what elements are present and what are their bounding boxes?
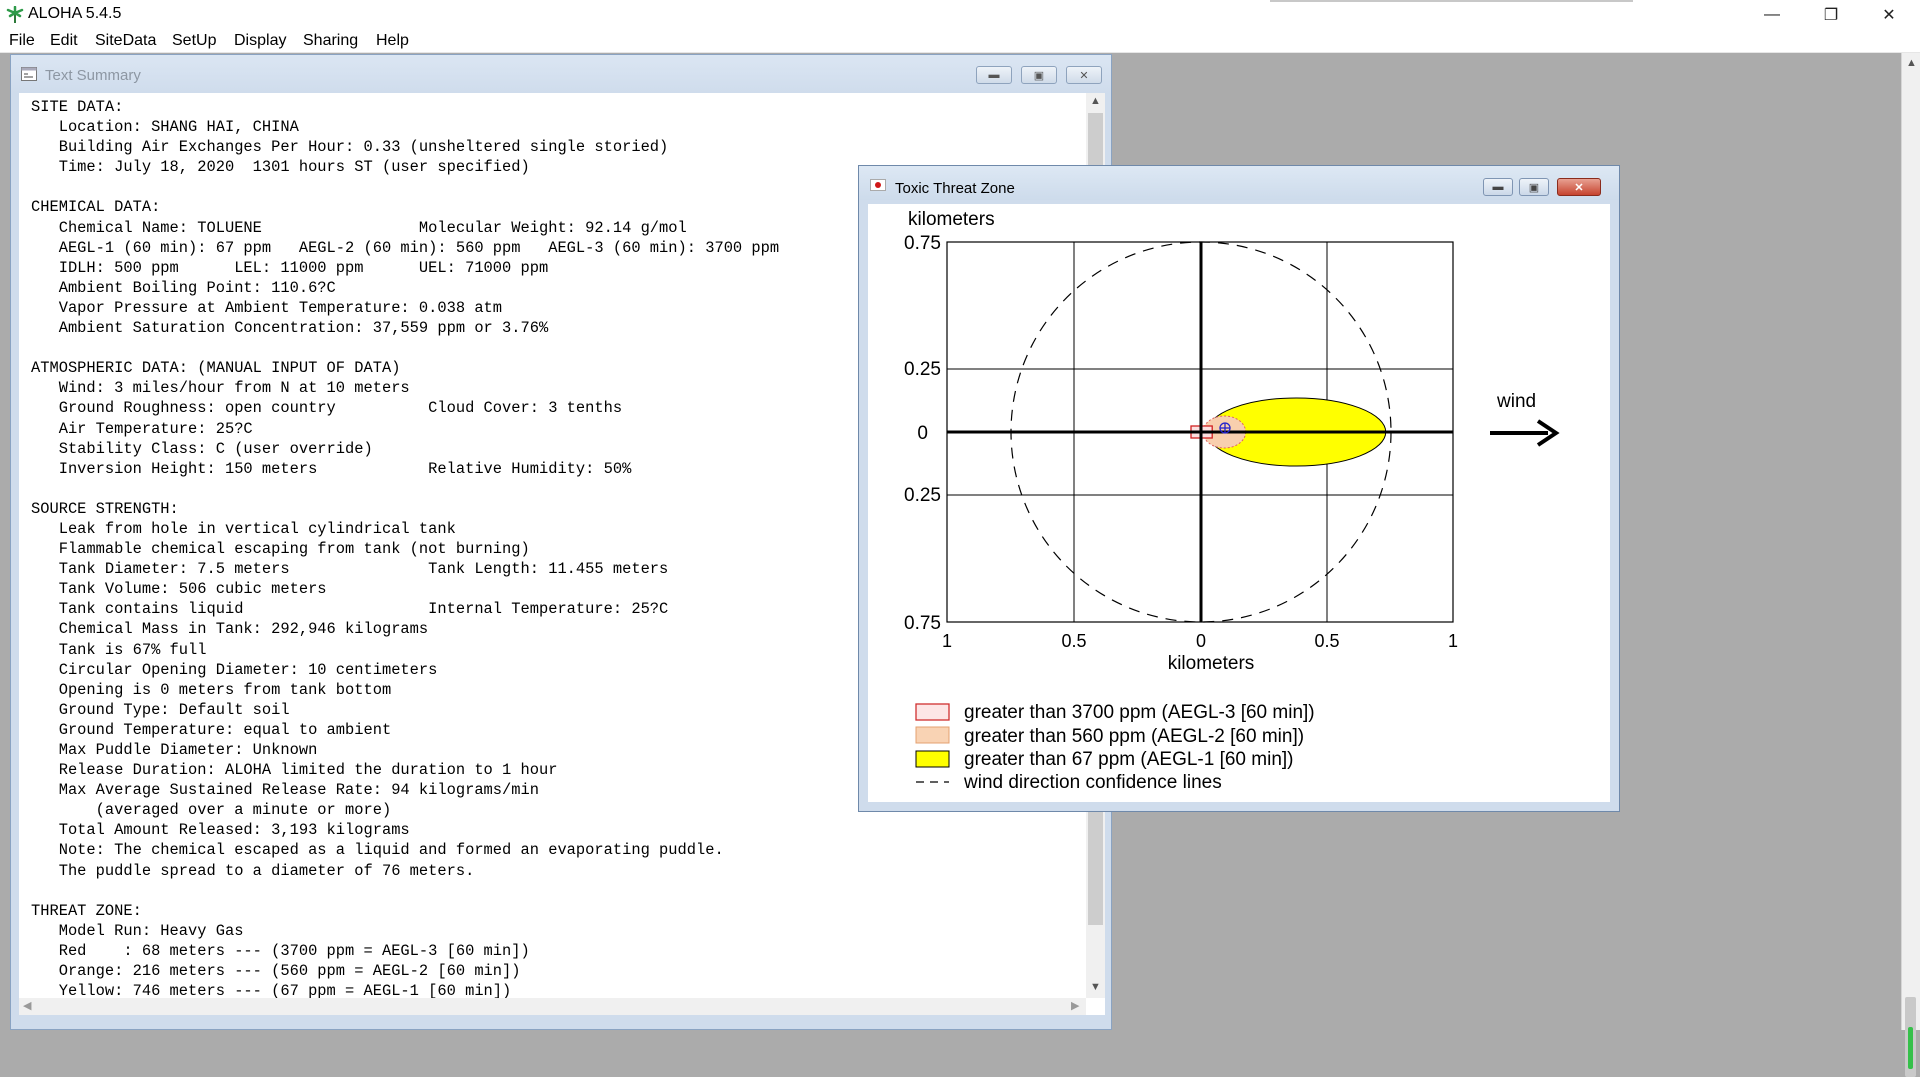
legend-label-confidence: wind direction confidence lines [963,772,1222,793]
legend-label-orange: greater than 560 ppm (AEGL-2 [60 min]) [964,726,1304,747]
threat-zone-icon [870,179,886,191]
maximize-icon: ▣ [1528,181,1540,194]
text-summary-minimize-button[interactable]: ▬ [976,66,1012,84]
menu-setup[interactable]: SetUp [172,32,216,50]
y-axis-title: kilometers [908,209,995,230]
x-tick-right-half: 0.5 [1314,631,1339,651]
legend: greater than 3700 ppm (AEGL-3 [60 min]) … [915,702,1315,793]
y-tick-top: 0.75 [904,233,941,254]
maximize-icon: ▣ [1033,69,1045,82]
source-location-icon [1219,422,1231,434]
x-tick-left-half: 0.5 [1061,631,1086,651]
restore-icon: ❐ [1823,6,1839,24]
legend-label-red: greater than 3700 ppm (AEGL-3 [60 min]) [964,702,1315,723]
close-icon: ✕ [1079,69,1089,82]
app-title: ALOHA 5.4.5 [28,5,122,22]
restore-button[interactable]: ❐ [1802,0,1860,29]
toxic-threat-zone-window: Toxic Threat Zone ▬ ▣ ✕ kilometers 0.75 … [858,165,1620,812]
y-tick-upper: 0.25 [904,359,941,380]
menu-file[interactable]: File [9,32,35,50]
threat-zone-plot: kilometers 0.75 0.25 0 0.25 0.75 1 0.5 0… [904,209,1560,793]
scroll-up-icon[interactable]: ▲ [1090,95,1101,107]
menu-bar: File Edit SiteData SetUp Display Sharing… [0,29,1920,53]
wind-label: wind [1496,391,1536,412]
minimize-icon: ▬ [988,69,1000,81]
close-icon: ✕ [1574,181,1584,194]
legend-swatch-orange [915,726,950,744]
scroll-up-icon[interactable]: ▲ [1906,57,1917,69]
x-tick-left: 1 [942,631,952,651]
y-tick-lower: 0.25 [904,485,941,506]
close-button[interactable]: ✕ [1860,0,1918,29]
menu-sharing[interactable]: Sharing [303,32,358,50]
threat-zone-titlebar[interactable]: Toxic Threat Zone ▬ ▣ ✕ [859,166,1619,200]
y-tick-bottom: 0.75 [904,613,941,634]
text-summary-body: SITE DATA: Location: SHANG HAI, CHINA Bu… [31,98,780,1001]
menu-sitedata[interactable]: SiteData [95,32,156,50]
y-tick-zero: 0 [917,423,928,444]
scroll-right-icon[interactable]: ▶ [1071,999,1079,1012]
x-axis-title: kilometers [1168,653,1255,674]
text-summary-maximize-button[interactable]: ▣ [1021,66,1057,84]
threat-zone-title: Toxic Threat Zone [895,180,1015,197]
wind-arrow-icon [1490,419,1560,447]
menu-edit[interactable]: Edit [50,32,78,50]
close-icon: ✕ [1882,6,1896,24]
workspace-scroll-thumb[interactable] [1905,997,1916,1077]
aloha-logo-icon [6,6,24,23]
scroll-down-icon[interactable]: ▼ [1090,981,1101,993]
text-summary-title: Text Summary [45,67,141,84]
legend-swatch-red [915,703,950,721]
threat-zone-maximize-button[interactable]: ▣ [1519,178,1549,196]
threat-zone-minimize-button[interactable]: ▬ [1483,178,1513,196]
app-titlebar: ALOHA 5.4.5 — ❐ ✕ [0,0,1920,29]
text-summary-titlebar[interactable]: Text Summary ▬ ▣ ✕ [11,55,1111,93]
text-summary-horizontal-scrollbar[interactable]: ◀ ▶ [19,998,1086,1015]
scroll-left-icon[interactable]: ◀ [23,999,31,1012]
text-summary-close-button[interactable]: ✕ [1066,66,1102,84]
threat-zone-close-button[interactable]: ✕ [1557,178,1601,196]
legend-swatch-yellow [915,750,950,768]
x-tick-right: 1 [1448,631,1458,651]
menu-display[interactable]: Display [234,32,286,50]
minimize-button[interactable]: — [1743,0,1801,29]
legend-label-yellow: greater than 67 ppm (AEGL-1 [60 min]) [964,749,1294,770]
x-tick-zero: 0 [1196,631,1206,651]
minimize-icon: — [1764,5,1780,23]
titlebar-accent [1270,0,1633,2]
menu-help[interactable]: Help [376,32,409,50]
threat-zone-plot-area: kilometers 0.75 0.25 0 0.25 0.75 1 0.5 0… [868,204,1610,802]
workspace-scrollbar[interactable]: ▲ [1901,53,1920,1077]
text-summary-icon [21,67,37,81]
minimize-icon: ▬ [1492,181,1504,193]
